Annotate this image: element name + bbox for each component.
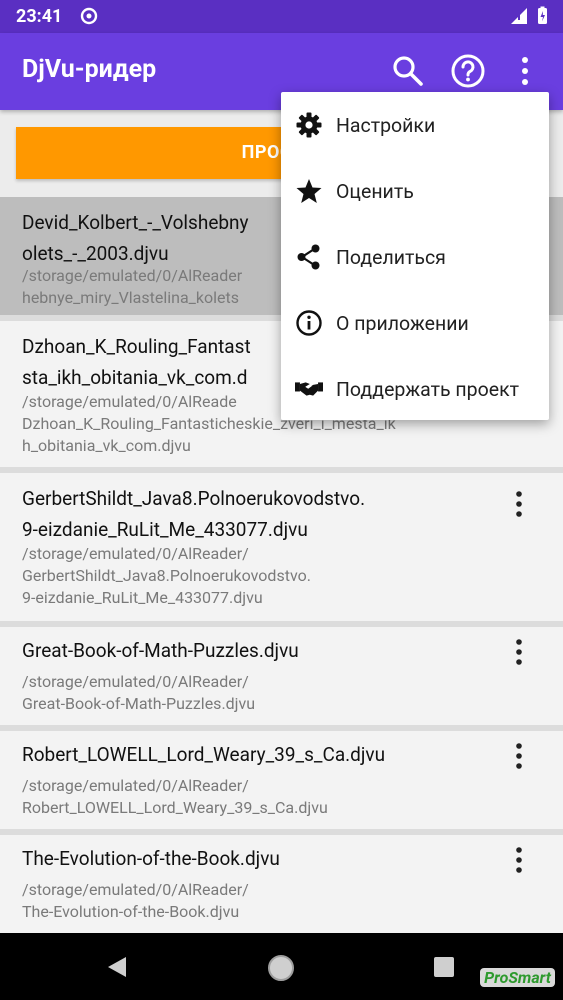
share-icon <box>295 243 323 271</box>
status-bar: 23:41 <box>0 0 563 33</box>
file-row[interactable]: Robert_LOWELL_Lord_Weary_39_s_Ca.djvu /s… <box>0 731 563 835</box>
signal-battery-icons <box>511 6 547 24</box>
file-name: GerbertShildt_Java8.Polnoerukovodstvo. 9… <box>22 487 366 541</box>
file-name: Robert_LOWELL_Lord_Weary_39_s_Ca.djvu <box>22 743 386 766</box>
menu-item-share[interactable]: Поделиться <box>281 224 549 290</box>
home-icon[interactable] <box>266 953 296 983</box>
sync-disabled-icon <box>80 7 98 25</box>
more-vert-icon[interactable] <box>507 845 531 875</box>
handshake-icon <box>295 375 323 403</box>
menu-label: Оценить <box>336 179 414 203</box>
app-title: DjVu-ридер <box>22 55 157 84</box>
status-time: 23:41 <box>16 6 63 27</box>
watermark-logo: ProSmart <box>480 968 555 987</box>
file-path: /storage/emulated/0/AlReader hebnye_miry… <box>22 266 243 307</box>
more-vert-icon[interactable] <box>507 741 531 771</box>
help-icon[interactable] <box>448 51 488 91</box>
menu-item-support[interactable]: Поддержать проект <box>281 356 549 422</box>
file-row[interactable]: GerbertShildt_Java8.Polnoerukovodstvo. 9… <box>0 473 563 627</box>
file-row[interactable]: The-Evolution-of-the-Book.djvu /storage/… <box>0 835 563 935</box>
more-vert-icon[interactable] <box>507 637 531 667</box>
more-vert-icon[interactable] <box>505 51 545 91</box>
file-row[interactable]: Great-Book-of-Math-Puzzles.djvu /storage… <box>0 627 563 731</box>
navigation-bar <box>0 933 563 1000</box>
menu-label: О приложении <box>336 311 469 335</box>
file-name: Great-Book-of-Math-Puzzles.djvu <box>22 639 299 662</box>
more-vert-icon[interactable] <box>507 489 531 519</box>
back-icon[interactable] <box>104 955 130 979</box>
file-path: /storage/emulated/0/AlReader/ Robert_LOW… <box>22 776 328 817</box>
menu-item-about[interactable]: О приложении <box>281 290 549 356</box>
file-name: Dzhoan_K_Rouling_Fantast sta_ikh_obitani… <box>22 335 251 389</box>
file-name: The-Evolution-of-the-Book.djvu <box>22 847 280 870</box>
search-icon[interactable] <box>388 51 428 91</box>
star-icon <box>295 177 323 205</box>
overflow-menu: Настройки Оценить Поделиться О приложени… <box>281 92 549 420</box>
menu-label: Поддержать проект <box>336 377 520 401</box>
file-path: /storage/emulated/0/AlReader/ Great-Book… <box>22 672 256 713</box>
menu-item-rate[interactable]: Оценить <box>281 158 549 224</box>
settings-icon <box>295 111 323 139</box>
file-path: /storage/emulated/0/AlReader/ GerbertShi… <box>22 544 311 607</box>
recents-icon[interactable] <box>432 955 456 979</box>
file-name: Devid_Kolbert_-_Volshebny olets_-_2003.d… <box>22 211 249 265</box>
menu-item-settings[interactable]: Настройки <box>281 92 549 158</box>
menu-label: Настройки <box>336 113 436 137</box>
info-icon <box>295 309 323 337</box>
file-path: /storage/emulated/0/AlReader/ The-Evolut… <box>22 880 249 921</box>
menu-label: Поделиться <box>336 245 446 269</box>
